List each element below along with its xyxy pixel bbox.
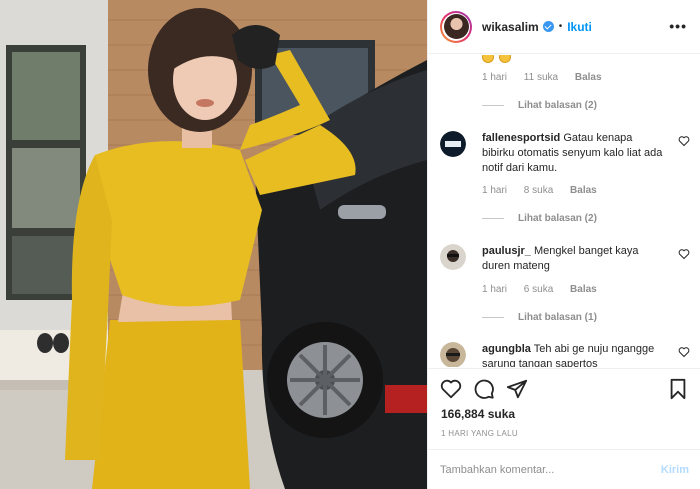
share-icon[interactable] <box>506 378 528 400</box>
comment-item: agungbla Teh abi ge nuju ngangge sarung … <box>440 342 690 367</box>
comment-likes[interactable]: 8 suka <box>524 185 553 196</box>
comment-icon[interactable] <box>473 378 495 400</box>
commenter-avatar[interactable] <box>440 244 466 270</box>
add-comment-bar: Kirim <box>428 449 700 489</box>
likes-count[interactable]: 166,884 suka <box>441 407 515 421</box>
post-comment-button[interactable]: Kirim <box>661 464 689 476</box>
view-replies-label: Lihat balasan (2) <box>518 100 597 111</box>
comment-time: 1 hari <box>482 185 508 196</box>
comment-input[interactable] <box>440 463 661 476</box>
view-replies-button[interactable]: Lihat balasan (1) <box>482 312 597 323</box>
bookmark-icon[interactable] <box>667 378 689 400</box>
commenter-username[interactable]: fallenesportsid <box>482 132 560 144</box>
comment-meta: 1 hari 11 suka Balas <box>482 72 616 83</box>
comments-list[interactable]: 1 hari 11 suka Balas Lihat balasan (2) f… <box>428 55 700 367</box>
comment-like-heart-icon[interactable] <box>678 248 690 260</box>
post-photo[interactable] <box>0 0 427 489</box>
emoji-icon <box>482 55 494 63</box>
comment-meta: 1 hari 8 suka Balas <box>482 185 611 196</box>
verified-icon <box>542 21 554 32</box>
more-options-icon[interactable]: ••• <box>669 19 687 33</box>
separator: • <box>558 21 563 32</box>
comment-meta: 1 hari 6 suka Balas <box>482 284 611 295</box>
comment-text: fallenesportsid Gatau kenapa bibirku oto… <box>482 131 667 176</box>
comment-time: 1 hari <box>482 72 508 83</box>
post-header: wikasalim • Ikuti ••• <box>428 0 700 54</box>
comment-text: agungbla Teh abi ge nuju ngangge sarung … <box>482 342 667 367</box>
reply-button[interactable]: Balas <box>575 72 602 83</box>
comment-item: paulusjr_ Mengkel banget kaya duren mate… <box>440 244 690 284</box>
comment-likes[interactable]: 6 suka <box>524 284 553 295</box>
comment-text: paulusjr_ Mengkel banget kaya duren mate… <box>482 244 667 274</box>
reply-button[interactable]: Balas <box>570 284 597 295</box>
replies-line <box>482 317 504 318</box>
comment-likes[interactable]: 11 suka <box>524 72 558 83</box>
reply-button[interactable]: Balas <box>570 185 597 196</box>
post-date: 1 HARI YANG LALU <box>441 429 518 438</box>
emoji-icon <box>499 55 512 63</box>
follow-button[interactable]: Ikuti <box>567 20 592 34</box>
replies-line <box>482 218 504 219</box>
commenter-avatar[interactable] <box>440 131 466 157</box>
view-replies-label: Lihat balasan (2) <box>518 213 597 224</box>
comment-like-heart-icon[interactable] <box>678 135 690 147</box>
commenter-username[interactable]: agungbla <box>482 343 531 355</box>
post-side-panel: wikasalim • Ikuti ••• 1 hari 11 suka Bal… <box>427 0 700 489</box>
commenter-username[interactable]: paulusjr_ <box>482 245 531 257</box>
view-replies-label: Lihat balasan (1) <box>518 312 597 323</box>
comment-time: 1 hari <box>482 284 508 295</box>
comment-item: fallenesportsid Gatau kenapa bibirku oto… <box>440 131 690 191</box>
view-replies-button[interactable]: Lihat balasan (2) <box>482 213 597 224</box>
comment-like-heart-icon[interactable] <box>678 346 690 358</box>
view-replies-button[interactable]: Lihat balasan (2) <box>482 100 597 111</box>
author-username[interactable]: wikasalim <box>482 20 539 34</box>
commenter-avatar[interactable] <box>440 342 466 367</box>
author-avatar[interactable] <box>440 10 472 43</box>
comment-emoji-row <box>482 55 513 66</box>
replies-line <box>482 105 504 106</box>
post-actions: 166,884 suka 1 HARI YANG LALU <box>428 368 700 448</box>
heart-icon[interactable] <box>440 378 462 400</box>
